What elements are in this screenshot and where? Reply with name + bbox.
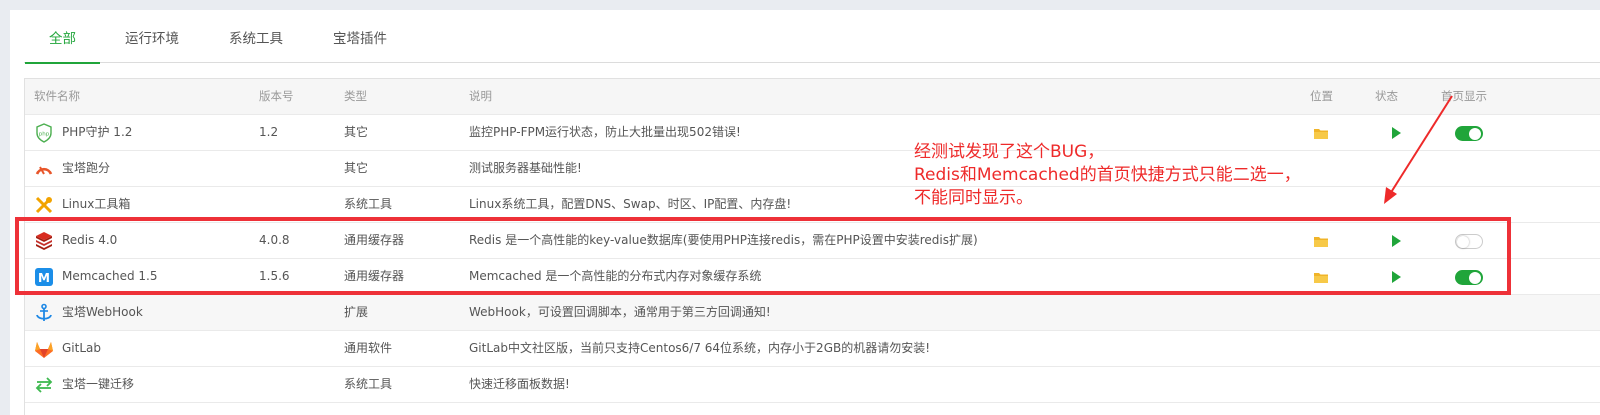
header-type: 类型 (344, 89, 367, 103)
software-table: 软件名称 版本号 类型 说明 位置 状态 首页显示 php PHP守护 1.2 1.… (24, 78, 1600, 415)
software-version: 4.0.8 (259, 233, 290, 247)
software-type: 通用软件 (344, 341, 393, 355)
software-name: Redis 4.0 (62, 233, 118, 247)
folder-icon[interactable] (1314, 235, 1328, 247)
tab-1[interactable]: 运行环境 (125, 10, 179, 63)
software-desc: WebHook，可设置回调脚本，通常用于第三方回调通知! (469, 305, 771, 319)
table-row: M Memcached 1.5 1.5.6 通用缓存器 Memcached 是一个高性能… (25, 259, 1600, 295)
software-panel: 全部 运行环境 系统工具 宝塔插件 软件名称 版本号 类型 说明 位置 状态 首页显示… (10, 10, 1600, 415)
header-desc: 说明 (469, 89, 492, 103)
migrate-icon (34, 375, 54, 395)
software-desc: Redis 是一个高性能的key-value数据库(要使用PHP连接redis，… (469, 233, 978, 247)
software-desc: 测试服务器基础性能! (469, 161, 582, 175)
annotation-line-1: 经测试发现了这个BUG， (914, 142, 1105, 162)
software-type: 通用缓存器 (344, 233, 405, 247)
header-name: 软件名称 (34, 89, 80, 103)
software-desc: Memcached 是一个高性能的分布式内存对象缓存系统 (469, 269, 762, 283)
annotation-line-2: Redis和Memcached的首页快捷方式只能二选一， (914, 165, 1301, 185)
tools-icon (34, 195, 54, 215)
table-row: GitLab 通用软件 GitLab中文社区版，当前只支持Centos6/7 64位… (25, 331, 1600, 367)
svg-text:php: php (39, 132, 50, 138)
anchor-icon (34, 303, 54, 323)
toggle-knob (1457, 235, 1469, 248)
table-row: Redis 4.0 4.0.8 通用缓存器 Redis 是一个高性能的key-valu… (25, 223, 1600, 259)
play-icon[interactable] (1391, 235, 1401, 247)
table-row: 宝塔WebHook 扩展 WebHook，可设置回调脚本，通常用于第三方回调通知! (25, 295, 1600, 331)
redis-icon (34, 231, 54, 251)
svg-text:M: M (38, 271, 50, 285)
php-shield-icon: php (34, 123, 54, 143)
software-name: 宝塔一键迁移 (62, 377, 135, 391)
header-version: 版本号 (259, 89, 294, 103)
play-icon[interactable] (1391, 271, 1401, 283)
tab-2[interactable]: 系统工具 (229, 10, 283, 63)
software-name: 宝塔WebHook (62, 305, 143, 319)
software-desc: 快速迁移面板数据! (469, 377, 570, 391)
table-header: 软件名称 版本号 类型 说明 位置 状态 首页显示 (25, 79, 1600, 115)
software-name: PHP守护 1.2 (62, 125, 133, 139)
toggle-knob (1469, 271, 1481, 284)
software-type: 系统工具 (344, 197, 393, 211)
toggle-knob (1469, 127, 1481, 140)
software-type: 其它 (344, 125, 369, 139)
header-location: 位置 (1310, 89, 1333, 103)
memcached-icon: M (34, 267, 54, 287)
annotation-line-3: 不能同时显示。 (914, 188, 1033, 208)
software-type: 系统工具 (344, 377, 393, 391)
homepage-toggle[interactable] (1455, 270, 1483, 285)
category-tabs: 全部 运行环境 系统工具 宝塔插件 (24, 10, 1600, 64)
software-desc: 监控PHP-FPM运行状态，防止大批量出现502错误! (469, 125, 741, 139)
software-desc: Linux系统工具，配置DNS、Swap、时区、IP配置、内存盘! (469, 197, 792, 211)
bug-annotation: 经测试发现了这个BUG， Redis和Memcached的首页快捷方式只能二选一… (914, 141, 1374, 210)
folder-icon[interactable] (1314, 271, 1328, 283)
table-row: 宝塔一键迁移 系统工具 快速迁移面板数据! (25, 367, 1600, 403)
software-type: 其它 (344, 161, 369, 175)
homepage-toggle[interactable] (1455, 234, 1483, 249)
software-type: 扩展 (344, 305, 369, 319)
software-name: 宝塔跑分 (62, 161, 111, 175)
tab-0[interactable]: 全部 (25, 10, 100, 64)
gitlab-icon (34, 339, 54, 359)
software-version: 1.2 (259, 125, 279, 139)
software-name: Memcached 1.5 (62, 269, 158, 283)
software-version: 1.5.6 (259, 269, 290, 283)
software-type: 通用缓存器 (344, 269, 405, 283)
software-name: Linux工具箱 (62, 197, 131, 211)
tab-3[interactable]: 宝塔插件 (333, 10, 387, 63)
gauge-icon (34, 159, 54, 179)
software-name: GitLab (62, 341, 101, 355)
folder-icon[interactable] (1314, 127, 1328, 139)
annotation-arrow (1384, 95, 1453, 204)
software-desc: GitLab中文社区版，当前只支持Centos6/7 64位系统，内存小于2GB… (469, 341, 931, 355)
